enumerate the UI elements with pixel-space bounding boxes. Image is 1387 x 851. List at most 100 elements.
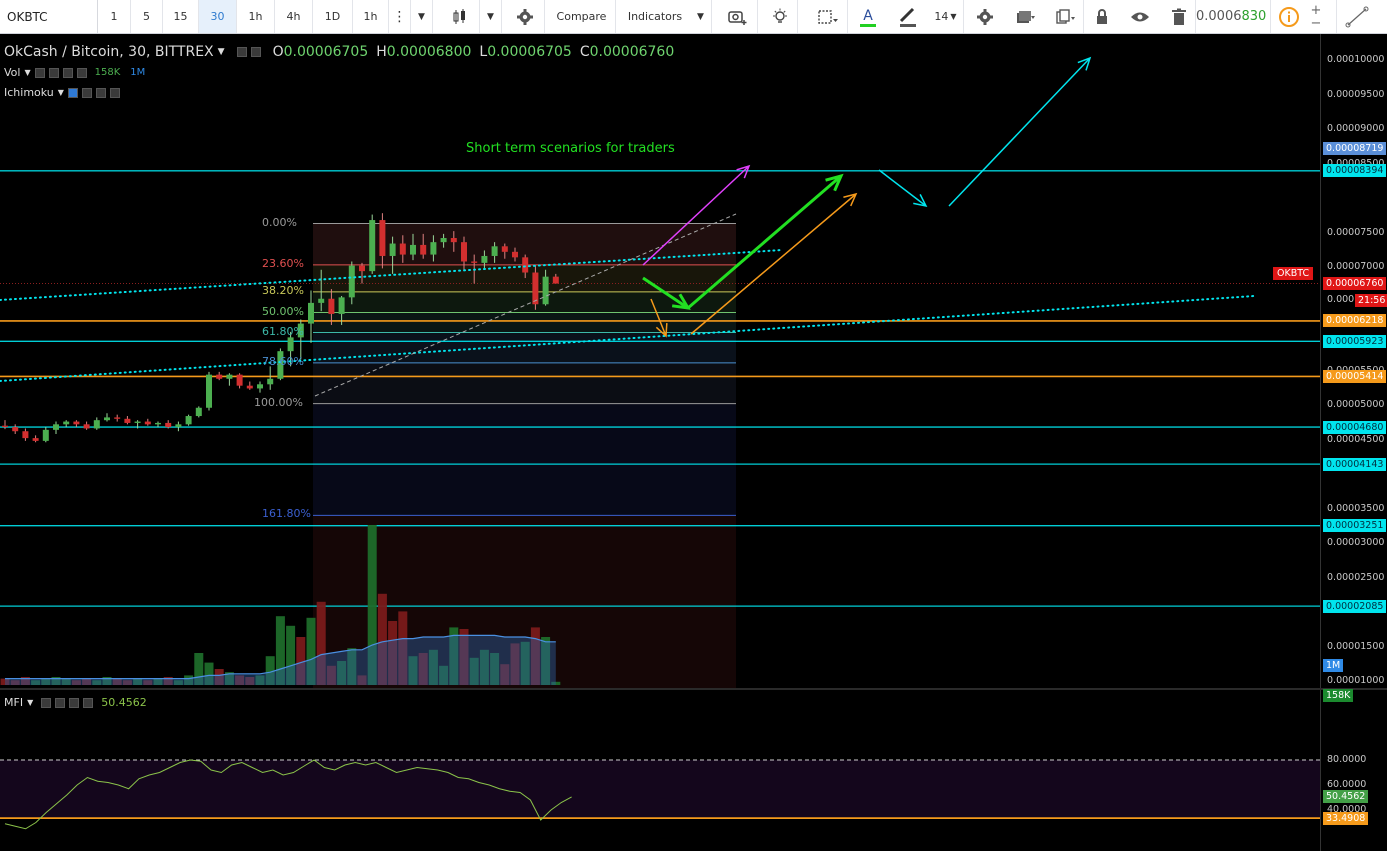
more-intervals-button[interactable]: ⋮	[389, 0, 411, 33]
eye-mini-icon[interactable]	[34, 67, 45, 78]
candle-body	[63, 421, 70, 425]
price-axis-label: 0.00005923	[1323, 334, 1387, 348]
plus-mini-icon[interactable]	[69, 697, 80, 708]
candle-body	[512, 251, 518, 258]
snapshot-button[interactable]	[716, 0, 758, 33]
vertical-dots-icon: ⋮	[392, 8, 407, 25]
interval-button-1D[interactable]: 1D	[313, 0, 353, 33]
candle-body	[236, 374, 243, 386]
compare-button[interactable]: Compare	[548, 0, 616, 33]
candle-body	[195, 407, 202, 417]
candle-body	[12, 427, 19, 432]
gear-mini-icon[interactable]	[81, 87, 92, 98]
candle-body	[206, 374, 212, 408]
drawing-mode-button[interactable]	[808, 0, 848, 33]
chevron-down-icon: ▼	[418, 11, 425, 22]
drawing-settings-button[interactable]	[966, 0, 1004, 33]
ichimoku-label[interactable]: Ichimoku	[4, 86, 54, 99]
chart-legend: OkCash / Bitcoin, 30, BITTREX ▼ O0.00006…	[4, 44, 674, 60]
candle-body	[359, 265, 365, 272]
interval-button-4h[interactable]: 4h	[275, 0, 313, 33]
eye-mini-icon[interactable]	[41, 697, 52, 708]
close-mini-icon[interactable]	[83, 697, 94, 708]
delete-button[interactable]	[1162, 0, 1196, 33]
trend-line-tool[interactable]	[1336, 0, 1376, 33]
main-price-chart[interactable]	[0, 34, 1320, 688]
alert-button[interactable]	[762, 0, 798, 33]
plus-icon[interactable]: +	[1311, 4, 1322, 17]
mfi-tick: 60.0000	[1327, 779, 1367, 790]
mfi-tick: 80.0000	[1327, 754, 1367, 765]
price-axis-label: 0.00004143	[1323, 457, 1387, 471]
settings-button[interactable]	[505, 0, 545, 33]
fib-zone	[313, 362, 736, 404]
scenario-annotation[interactable]: Short term scenarios for traders	[466, 141, 675, 156]
chart-title[interactable]: OkCash / Bitcoin, 30, BITTREX	[4, 44, 214, 60]
close-mini-icon[interactable]	[109, 87, 120, 98]
camera-plus-icon	[727, 10, 746, 25]
chevron-down-icon: ▼	[487, 11, 494, 22]
eye-mini-icon[interactable]	[67, 87, 78, 98]
chart-style-dropdown[interactable]: ▼	[480, 0, 502, 33]
symbol-search[interactable]: OKBTC	[0, 0, 98, 33]
lock-button[interactable]	[1086, 0, 1118, 33]
candle-body	[104, 417, 110, 421]
fib-zone	[313, 403, 736, 516]
interval-button-5[interactable]: 5	[131, 0, 163, 33]
trend-line-icon	[1345, 6, 1368, 27]
zoom-controls[interactable]: + −	[1306, 0, 1326, 33]
candle-body	[93, 420, 100, 429]
chevron-down-icon[interactable]: ▼	[24, 68, 30, 77]
mfi-axis[interactable]: 80.0000 60.0000 40.0000 50.4562 33.4908	[1320, 690, 1387, 851]
price-axis-label: 1M	[1323, 659, 1344, 673]
chevron-down-icon[interactable]: ▼	[58, 88, 64, 97]
price-tick: 0.00001500	[1327, 640, 1385, 652]
info-button[interactable]	[1270, 0, 1306, 33]
candle-body	[144, 421, 151, 425]
candle-body	[348, 265, 355, 298]
indicators-button[interactable]: Indicators	[620, 0, 690, 33]
interval-button-1[interactable]: 1	[98, 0, 131, 33]
font-size-dropdown[interactable]: 14 ▼	[928, 0, 964, 33]
settings-mini-icon[interactable]	[236, 47, 247, 57]
mfi-pane[interactable]	[0, 690, 1320, 851]
chevron-down-icon[interactable]: ▼	[27, 698, 33, 707]
gear-mini-icon[interactable]	[250, 47, 261, 57]
price-axis-label: 0.00005414	[1323, 369, 1387, 383]
volume-label[interactable]: Vol	[4, 66, 20, 79]
eye-icon	[1131, 12, 1149, 21]
minus-icon[interactable]: −	[1311, 17, 1322, 30]
price-axis-label: 0.00008394	[1323, 164, 1387, 178]
interval-button-1h[interactable]: 1h	[353, 0, 389, 33]
candle-body	[379, 220, 386, 256]
price-peek-a: 0.0006	[1196, 9, 1242, 24]
text-color-button[interactable]: A	[850, 0, 886, 33]
symbol-text: OKBTC	[7, 9, 48, 24]
template-button[interactable]	[1006, 0, 1044, 33]
plus-mini-icon[interactable]	[95, 87, 106, 98]
candle-body	[155, 422, 161, 425]
clone-button[interactable]	[1046, 0, 1084, 33]
interval-dropdown[interactable]: ▼	[411, 0, 433, 33]
indicators-dropdown[interactable]: ▼	[690, 0, 712, 33]
visibility-button[interactable]	[1122, 0, 1158, 33]
mfi-axis-label: 50.4562	[1323, 790, 1369, 804]
interval-button-1h[interactable]: 1h	[237, 0, 275, 33]
price-axis[interactable]: 0.00010000 0.00009500 0.00009000 0.00008500…	[1320, 34, 1387, 702]
candle-body	[308, 302, 314, 324]
candle-body	[114, 417, 121, 419]
gear-mini-icon[interactable]	[55, 697, 66, 708]
interval-button-30[interactable]: 30	[199, 0, 237, 33]
info-icon	[1278, 6, 1299, 27]
candle-style-button[interactable]	[438, 0, 480, 33]
price-tick: 0.00003500	[1327, 502, 1385, 514]
close-mini-icon[interactable]	[76, 67, 87, 78]
line-tool-button[interactable]	[890, 0, 926, 33]
gear-mini-icon[interactable]	[48, 67, 59, 78]
plus-mini-icon[interactable]	[62, 67, 73, 78]
mfi-label[interactable]: MFI	[4, 696, 23, 709]
candle-body	[461, 242, 467, 262]
interval-button-15[interactable]: 15	[163, 0, 199, 33]
chevron-down-icon[interactable]: ▼	[218, 47, 225, 57]
price-peek-b: 830	[1241, 9, 1267, 24]
